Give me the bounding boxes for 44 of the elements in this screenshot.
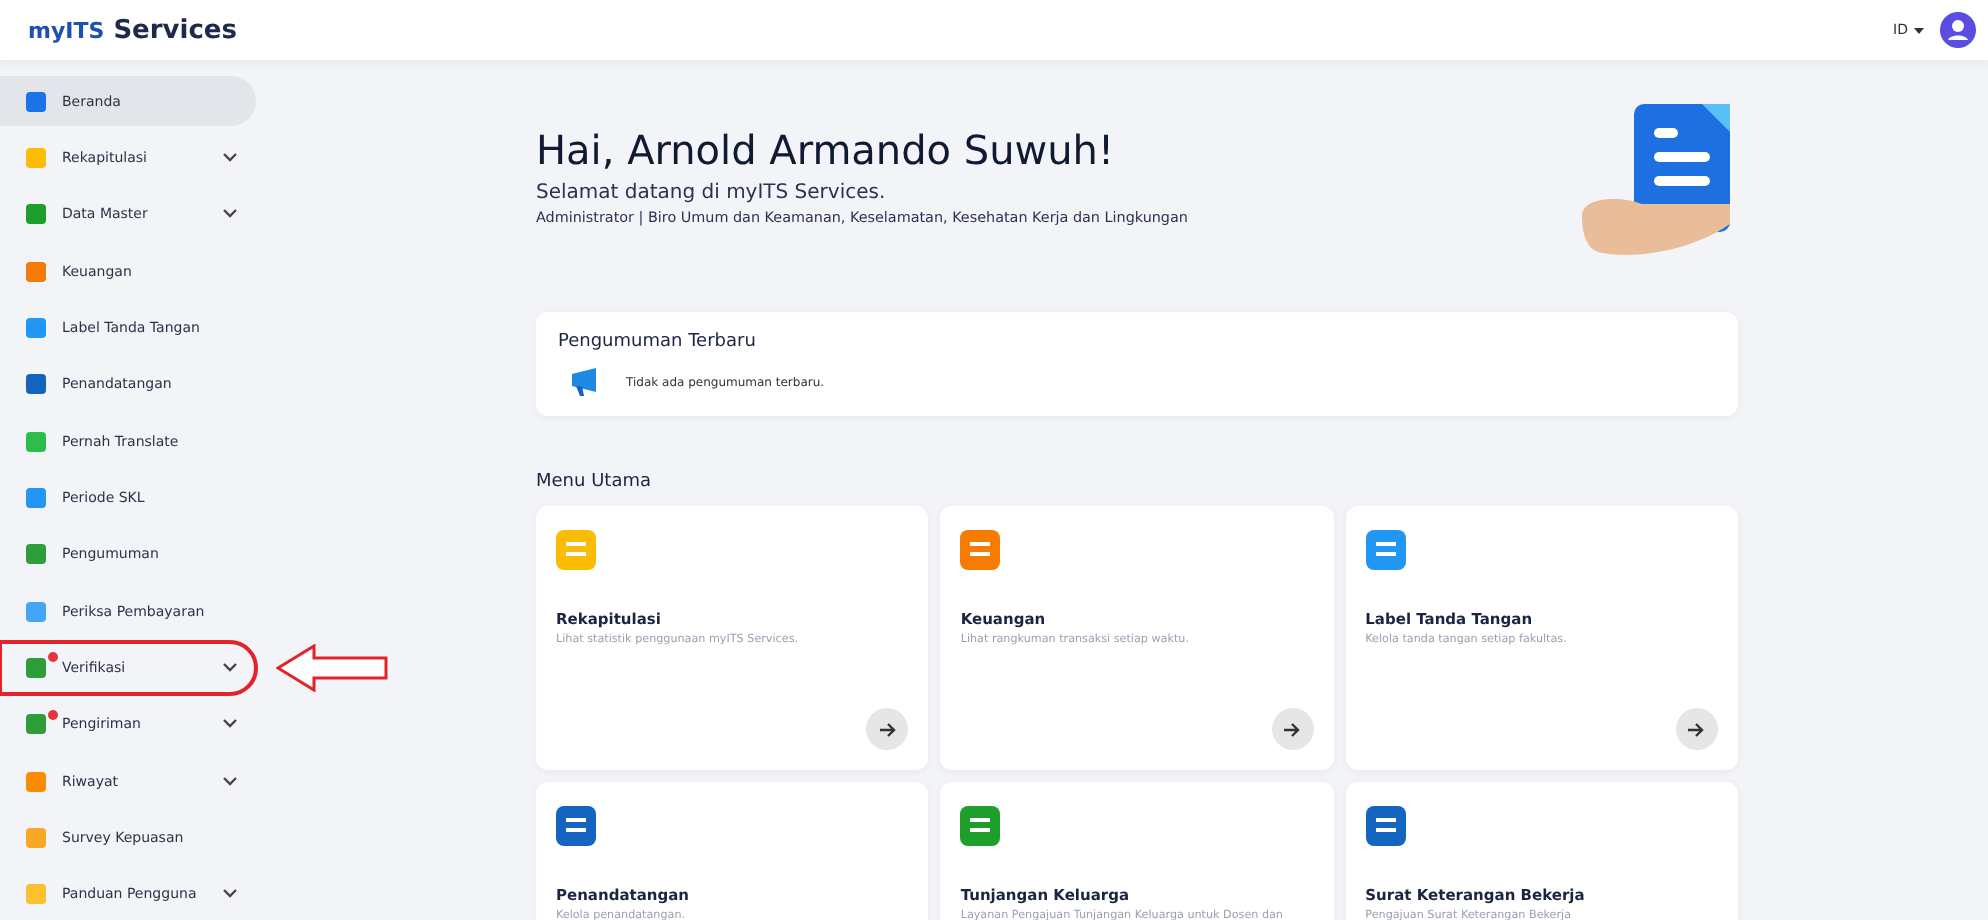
menu-item-icon: [26, 601, 46, 622]
megaphone-icon: [570, 368, 602, 396]
chevron-down-icon: [222, 888, 238, 901]
menu-item-icon: [26, 714, 46, 735]
menu-item-icon: [26, 544, 46, 565]
caret-icon: [1914, 27, 1924, 33]
menu-card-icon: [556, 806, 596, 846]
menu-item-icon: [26, 374, 46, 395]
menu-card-icon: [556, 530, 596, 570]
chevron-down-icon: [222, 718, 238, 731]
announcement-title: Pengumuman Terbaru: [558, 332, 758, 352]
chevron-down-icon: [222, 775, 238, 788]
notification-dot: [48, 652, 58, 663]
menu-item-icon: [26, 261, 46, 282]
arrow-right-icon: [1688, 721, 1705, 737]
menu-item-icon: [26, 147, 46, 168]
arrow-right-button[interactable]: [1271, 708, 1314, 750]
chevron-down-icon: [222, 208, 238, 221]
greeting-title: Hai, Arnold Armando Suwuh!: [536, 126, 1116, 174]
menu-item-icon: [26, 431, 46, 452]
menu-item-icon: [26, 827, 46, 848]
menu-item-icon: [26, 487, 46, 508]
menu-item-icon: [26, 317, 46, 338]
arrow-right-button[interactable]: [866, 708, 909, 750]
arrow-right-icon: [1284, 721, 1301, 737]
arrow-right-icon: [879, 721, 896, 737]
chevron-down-icon: [222, 151, 238, 164]
menu-card-icon: [1365, 806, 1406, 846]
menu-item-icon: [26, 204, 46, 225]
chevron-down-icon: [222, 661, 238, 674]
app-logo[interactable]: myITS Services: [28, 15, 237, 45]
user-avatar-icon[interactable]: [1940, 12, 1976, 48]
menu-item-icon: [26, 657, 46, 678]
menu-card-icon: [960, 806, 1001, 846]
welcome-text: Selamat datang di myITS Services.: [536, 182, 888, 204]
arrow-right-button[interactable]: [1675, 708, 1718, 750]
menu-item-icon: [26, 91, 46, 112]
menu-item-icon: [26, 771, 46, 792]
notification-dot: [48, 709, 58, 720]
menu-card-icon: [960, 530, 1001, 570]
pointer-arrow-icon: [276, 644, 388, 693]
menu-card-icon: [1365, 530, 1406, 570]
menu-item-icon: [26, 884, 46, 905]
section-title: Menu Utama: [536, 472, 653, 492]
